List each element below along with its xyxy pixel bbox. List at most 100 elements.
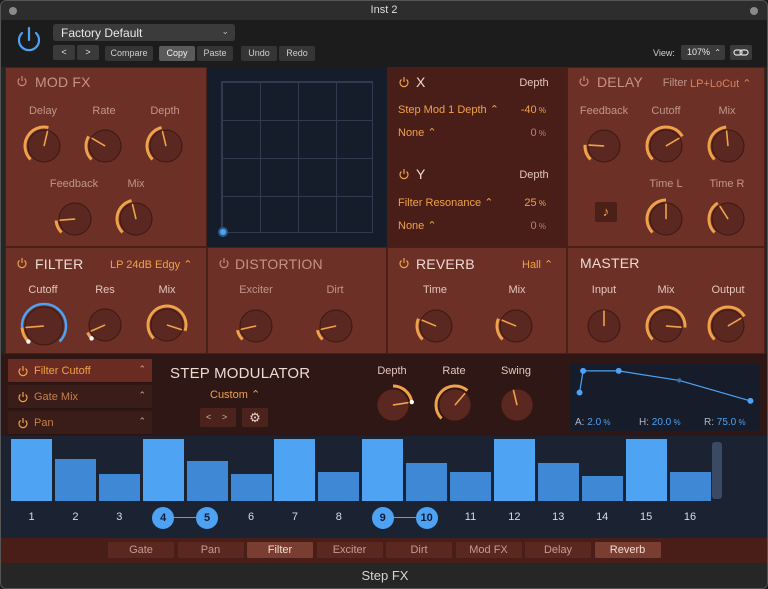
y-value1[interactable]: 25 % (506, 197, 546, 209)
step-number-14[interactable]: 14 (588, 511, 616, 523)
mod-slot-3[interactable]: Pan ⌃ (8, 411, 152, 435)
delay-mix-knob[interactable] (706, 124, 750, 168)
mod-slot-2[interactable]: Gate Mix ⌃ (8, 385, 152, 409)
tab-delay[interactable]: Delay (525, 542, 591, 558)
env-hold-readout[interactable]: H: 20.0 % (639, 417, 681, 428)
step-number-5[interactable]: 5 (196, 507, 219, 529)
env-attack-readout[interactable]: A: 2.0 % (575, 417, 611, 428)
step-number-13[interactable]: 13 (544, 511, 572, 523)
tab-dirt[interactable]: Dirt (386, 542, 452, 558)
power-icon[interactable] (17, 365, 29, 377)
step-number-6[interactable]: 6 (237, 511, 265, 523)
mod-slot-1[interactable]: Filter Cutoff ⌃ (8, 359, 152, 383)
step-bar-4[interactable] (142, 439, 184, 501)
step-bar-16[interactable] (669, 472, 711, 501)
step-number-8[interactable]: 8 (325, 511, 353, 523)
tab-exciter[interactable]: Exciter (316, 542, 383, 558)
distortion-exciter-knob[interactable] (234, 304, 278, 348)
filter-res-knob[interactable] (83, 303, 127, 347)
y-value2[interactable]: 0 % (506, 220, 546, 232)
step-sequencer[interactable]: 1 2 3 4 5 6 7 8 9 10 11 12 13 14 15 16 (1, 436, 767, 538)
xy-pad-handle[interactable] (218, 227, 228, 237)
x-value2[interactable]: 0 % (506, 127, 546, 139)
envelope-node[interactable] (747, 397, 754, 404)
step-bar-7[interactable] (274, 439, 316, 501)
power-icon[interactable] (16, 257, 28, 269)
master-mix-knob[interactable] (644, 304, 688, 348)
y-target2-menu[interactable]: None ⌃ (398, 219, 437, 232)
env-release-readout[interactable]: R: 75.0 % (704, 417, 746, 428)
power-icon[interactable] (218, 257, 230, 269)
step-bar-10[interactable] (406, 462, 448, 501)
previous-pattern-button[interactable]: < (206, 408, 211, 427)
reverb-mix-knob[interactable] (494, 304, 538, 348)
step-number-7[interactable]: 7 (281, 511, 309, 523)
step-bar-3[interactable] (98, 473, 140, 501)
step-bar-12[interactable] (493, 439, 535, 501)
gear-icon[interactable]: ⚙ (242, 408, 268, 427)
filter-mode-menu[interactable]: LP 24dB Edgy ⌃ (110, 258, 192, 271)
x-target2-menu[interactable]: None ⌃ (398, 126, 437, 139)
power-icon[interactable] (398, 168, 410, 180)
step-number-15[interactable]: 15 (632, 511, 660, 523)
step-number-9[interactable]: 9 (371, 507, 394, 529)
x-target1-menu[interactable]: Step Mod 1 Depth ⌃ (398, 103, 499, 116)
power-icon[interactable] (17, 391, 29, 403)
x-value1[interactable]: -40 % (506, 104, 546, 116)
step-bar-2[interactable] (54, 458, 96, 501)
next-pattern-button[interactable]: > (222, 408, 227, 427)
xy-pad[interactable] (207, 67, 387, 247)
step-bar-11[interactable] (450, 472, 491, 501)
step-number-1[interactable]: 1 (18, 511, 46, 523)
envelope-display[interactable]: A: 2.0 % H: 20.0 % R: 75.0 % (570, 363, 760, 431)
step-bar-5[interactable] (186, 461, 228, 501)
y-target1-menu[interactable]: Filter Resonance ⌃ (398, 196, 493, 209)
step-number-12[interactable]: 12 (500, 511, 528, 523)
step-rate-knob[interactable] (433, 383, 477, 427)
expand-window-icon[interactable] (750, 7, 758, 15)
delay-filter-menu[interactable]: LP+LoCut ⌃ (690, 77, 752, 90)
modfx-feedback-knob[interactable] (53, 197, 97, 241)
step-bar-15[interactable] (625, 439, 667, 501)
step-number-2[interactable]: 2 (61, 511, 89, 523)
step-bar-13[interactable] (537, 462, 579, 501)
master-input-knob[interactable] (582, 304, 626, 348)
power-icon[interactable] (17, 417, 29, 429)
modfx-rate-knob[interactable] (83, 124, 127, 168)
tab-mod-fx[interactable]: Mod FX (455, 542, 522, 558)
step-number-16[interactable]: 16 (676, 511, 704, 523)
power-icon[interactable] (16, 75, 28, 87)
link-icon[interactable] (730, 45, 752, 60)
power-icon[interactable] (398, 76, 410, 88)
envelope-node[interactable] (580, 367, 587, 374)
redo-button[interactable]: Redo (279, 46, 315, 61)
delay-timer-knob[interactable] (706, 197, 750, 241)
preset-menu[interactable]: Factory Default ⌄ (53, 24, 235, 41)
step-number-4[interactable]: 4 (152, 507, 175, 529)
step-depth-knob[interactable] (371, 383, 415, 427)
delay-timel-knob[interactable] (644, 197, 688, 241)
paste-button[interactable]: Paste (197, 46, 233, 61)
filter-mix-knob[interactable] (145, 303, 189, 347)
distortion-dirt-knob[interactable] (314, 304, 358, 348)
copy-button[interactable]: Copy (159, 46, 195, 61)
view-zoom-menu[interactable]: 107% ⌃ (681, 45, 725, 60)
previous-preset-button[interactable]: < (53, 45, 75, 60)
undo-button[interactable]: Undo (241, 46, 277, 61)
compare-button[interactable]: Compare (105, 46, 153, 61)
tab-pan[interactable]: Pan (177, 542, 244, 558)
tab-reverb[interactable]: Reverb (594, 542, 661, 558)
note-sync-icon[interactable]: ♪ (595, 202, 617, 222)
step-bar-14[interactable] (581, 476, 623, 501)
step-number-10[interactable]: 10 (415, 507, 438, 529)
modfx-mix-knob[interactable] (114, 197, 158, 241)
tab-gate[interactable]: Gate (108, 542, 174, 558)
envelope-node[interactable] (615, 367, 622, 374)
delay-feedback-knob[interactable] (582, 124, 626, 168)
filter-cutoff-knob[interactable] (19, 301, 69, 351)
power-icon[interactable] (398, 257, 410, 269)
delay-cutoff-knob[interactable] (644, 124, 688, 168)
modfx-delay-knob[interactable] (22, 124, 66, 168)
step-bar-9[interactable] (362, 439, 404, 501)
reverb-mode-menu[interactable]: Hall ⌃ (522, 258, 553, 271)
